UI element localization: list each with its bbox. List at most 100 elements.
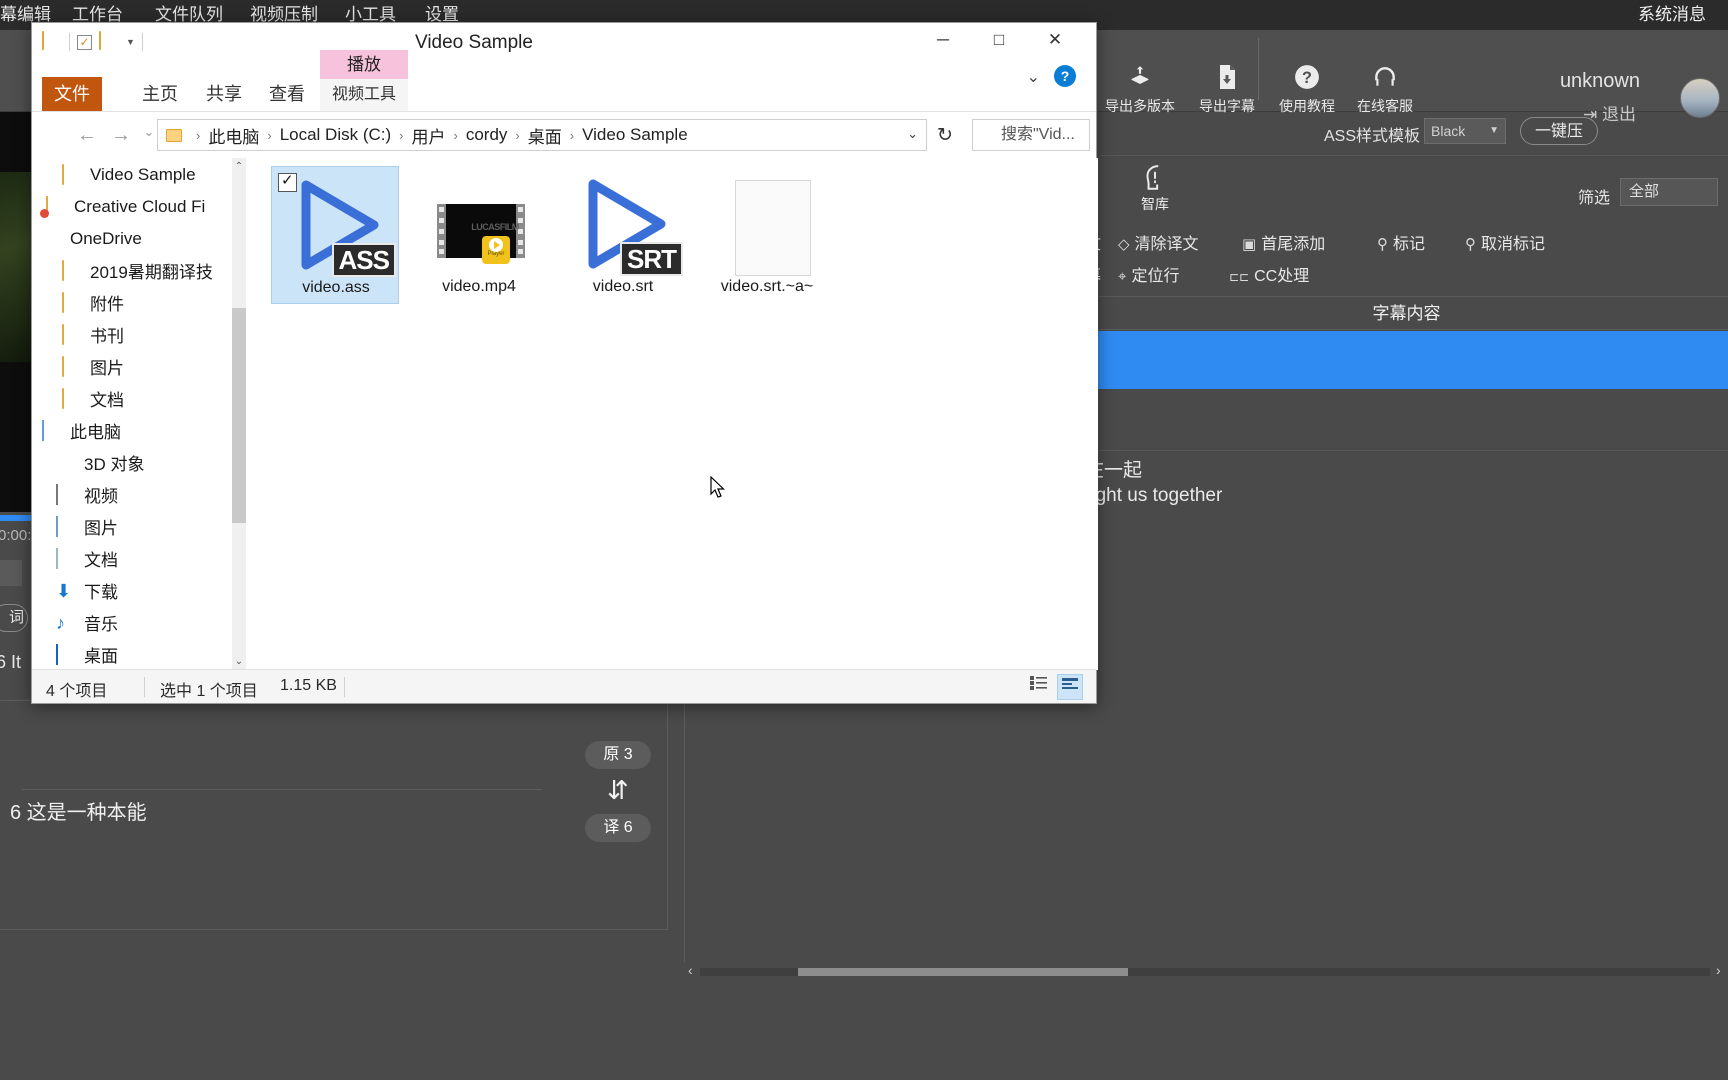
tab-play[interactable]: 播放 (320, 50, 408, 79)
folder-icon (62, 259, 84, 281)
arrow-left-icon[interactable]: ← (74, 124, 100, 147)
close-button[interactable]: ✕ (1032, 23, 1078, 57)
nav-item-this-pc[interactable]: 此电脑 (32, 416, 237, 445)
cc-process-button[interactable]: ⊏⊏ CC处理 (1229, 262, 1309, 286)
tab-view[interactable]: 查看 (257, 77, 317, 111)
minimize-button[interactable]: ─ (920, 23, 966, 57)
navpane-scrollbar[interactable]: ⌃ ⌄ (232, 158, 246, 670)
explorer-titlebar[interactable]: ✓ ▼ Video Sample ─ □ ✕ (32, 23, 1096, 61)
breadcrumb-item-1[interactable]: Local Disk (C:) (280, 125, 391, 145)
file-list-pane[interactable]: ASS video.ass LUCASFILM (247, 158, 1098, 670)
breadcrumb-item-5[interactable]: Video Sample (582, 125, 688, 145)
nav-item-videos[interactable]: 视频 (32, 480, 237, 509)
nav-item-2019-translation[interactable]: 2019暑期翻译技 (32, 256, 237, 285)
nav-item-pictures[interactable]: 图片 (32, 512, 237, 541)
help-icon[interactable]: ? (1054, 65, 1076, 87)
nav-item-attachments[interactable]: 附件 (32, 288, 237, 317)
nav-item-books[interactable]: 书刊 (32, 320, 237, 349)
nav-item-downloads[interactable]: ⬇ 下载 (32, 576, 237, 605)
add-head-tail-button[interactable]: ▣ 首尾添加 (1242, 230, 1325, 254)
tutorial-button[interactable]: ? 使用教程 (1272, 64, 1342, 116)
file-item-video-srt-backup[interactable]: video.srt.~a~ (703, 166, 831, 304)
one-key-compress-button[interactable]: 一键压 (1520, 117, 1599, 145)
target-count-pill[interactable]: 译 6 (585, 814, 651, 842)
file-item-video-srt[interactable]: SRT video.srt (559, 166, 687, 304)
tab-file[interactable]: 文件 (42, 77, 102, 111)
arrow-right-icon[interactable]: → (108, 124, 134, 147)
knowledge-base-button[interactable]: 智库 (1122, 164, 1188, 214)
filter-select[interactable]: 全部 (1620, 178, 1718, 206)
video-preview[interactable] (0, 112, 32, 512)
file-explorer-window[interactable]: ✓ ▼ Video Sample ─ □ ✕ 播放 视频工具 文件 主页 共享 … (31, 22, 1098, 704)
file-item-video-mp4[interactable]: LUCASFILM Player video.mp4 (415, 166, 543, 304)
scroll-left-icon[interactable]: ‹ (688, 962, 693, 978)
chevron-up-icon[interactable]: ⌃ (232, 158, 246, 175)
export-subtitle-label: 导出字幕 (1199, 98, 1255, 114)
subtitle-row-blank[interactable] (1085, 389, 1728, 451)
nav-item-creative-cloud[interactable]: Creative Cloud Fi (32, 192, 237, 221)
mouse-cursor (710, 475, 726, 500)
file-name-label: video.srt (592, 278, 654, 295)
selection-size-label: 1.15 KB (280, 677, 337, 694)
large-icons-view-icon[interactable] (1057, 674, 1083, 700)
clear-translation-label: 清除译文 (1134, 236, 1199, 253)
search-input[interactable]: 搜索"Vid... (972, 119, 1090, 151)
file-checkbox[interactable] (278, 171, 297, 192)
ribbon-expand-chevron-down-icon[interactable]: ⌄ (1027, 67, 1040, 87)
chevron-down-icon[interactable]: ⌄ (232, 653, 246, 670)
address-dropdown-chevron-down-icon[interactable]: ⌄ (907, 126, 918, 142)
subtitle-row-selected[interactable]: t (1085, 331, 1728, 389)
clear-translation-button[interactable]: ◇ 清除译文 (1118, 230, 1199, 254)
nav-item-pictures-onedrive[interactable]: 图片 (32, 352, 237, 381)
nav-item-video-sample[interactable]: Video Sample (32, 160, 237, 189)
chevron-down-icon[interactable]: ▼ (126, 37, 135, 47)
unmark-button[interactable]: ⚲ 取消标记 (1465, 230, 1545, 254)
maximize-button[interactable]: □ (976, 23, 1022, 57)
system-message-label[interactable]: 系统消息 (1638, 0, 1706, 30)
breadcrumb-item-3[interactable]: cordy (466, 125, 508, 145)
source-count-pill[interactable]: 原 3 (585, 741, 651, 769)
subtitle-item-partial[interactable]: 6 It (0, 652, 21, 673)
editor-text[interactable]: 6 这是一种本能 (10, 796, 147, 825)
nav-item-onedrive[interactable]: OneDrive (32, 224, 237, 253)
swap-vertical-icon[interactable]: ⇵ (607, 775, 629, 806)
breadcrumb-item-4[interactable]: 桌面 (528, 123, 562, 148)
subtitle-row-text-en[interactable]: ught us together (1085, 485, 1728, 507)
mark-button[interactable]: ⚲ 标记 (1377, 230, 1425, 254)
video-scrubber[interactable] (0, 515, 34, 521)
navpane-scrollbar-thumb[interactable] (232, 308, 246, 523)
nav-item-desktop[interactable]: 桌面 (32, 640, 237, 669)
new-folder-icon[interactable] (99, 31, 119, 52)
editor-divider (22, 789, 542, 790)
avatar[interactable] (1680, 78, 1720, 118)
export-subtitle-button[interactable]: 导出字幕 (1192, 64, 1262, 116)
word-pill-button[interactable]: 词 (0, 604, 28, 632)
pictures-icon (56, 515, 78, 537)
details-view-icon[interactable] (1025, 674, 1051, 700)
online-support-button[interactable]: 在线客服 (1350, 64, 1420, 116)
refresh-icon[interactable]: ↻ (937, 124, 953, 147)
folder-icon[interactable] (42, 31, 62, 52)
breadcrumb[interactable]: › 此电脑 › Local Disk (C:) › 用户 › cordy › 桌… (157, 119, 927, 151)
nav-item-3d-objects[interactable]: 3D 对象 (32, 448, 237, 477)
brain-icon (1122, 164, 1188, 194)
nav-item-label: 文档 (90, 391, 124, 410)
tab-home[interactable]: 主页 (130, 77, 190, 111)
locate-line-button[interactable]: ⌖ 定位行 (1118, 262, 1179, 286)
ass-style-select[interactable]: Black ▼ (1424, 118, 1506, 144)
video-control-box[interactable] (0, 560, 22, 586)
timeline-scrollbar-thumb[interactable] (798, 968, 1128, 976)
tab-share[interactable]: 共享 (194, 77, 254, 111)
check-properties-icon[interactable]: ✓ (77, 34, 92, 50)
subtitle-row-text-cn[interactable]: 在一起 (1085, 455, 1728, 482)
breadcrumb-item-0[interactable]: 此电脑 (208, 123, 259, 148)
export-multi-version-button[interactable]: 导出多版本 (1105, 64, 1175, 116)
scroll-right-icon[interactable]: › (1716, 962, 1721, 978)
nav-item-documents[interactable]: 文档 (32, 544, 237, 573)
nav-item-documents-onedrive[interactable]: 文档 (32, 384, 237, 413)
export-layers-icon (1105, 64, 1175, 98)
breadcrumb-item-2[interactable]: 用户 (412, 123, 446, 148)
file-item-video-ass[interactable]: ASS video.ass (271, 166, 399, 304)
nav-item-music[interactable]: ♪ 音乐 (32, 608, 237, 637)
navigation-pane[interactable]: Video Sample Creative Cloud Fi OneDrive … (32, 158, 238, 670)
